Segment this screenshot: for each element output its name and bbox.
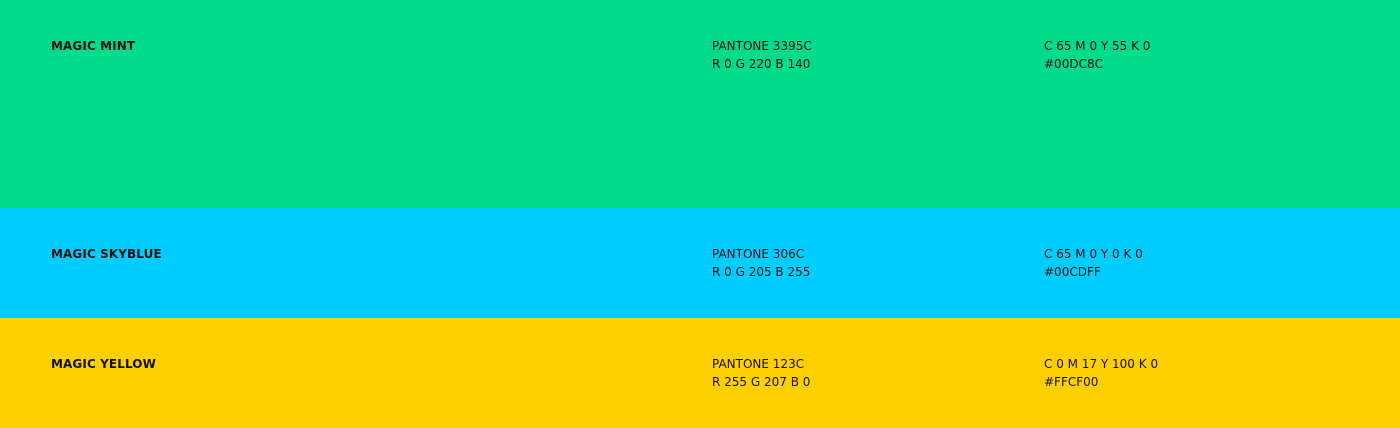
rgb-value: R 255 G 207 B 0 bbox=[712, 375, 811, 389]
cmyk-hex-values: C 0 M 17 Y 100 K 0 #FFCF00 bbox=[1044, 355, 1158, 391]
swatch-magic-skyblue: MAGIC SKYBLUE PANTONE 306C R 0 G 205 B 2… bbox=[0, 208, 1400, 318]
pantone-rgb-values: PANTONE 3395C R 0 G 220 B 140 bbox=[712, 37, 812, 73]
rgb-value: R 0 G 220 B 140 bbox=[712, 57, 811, 71]
hex-value: #00CDFF bbox=[1044, 265, 1101, 279]
pantone-code: PANTONE 123C bbox=[712, 357, 805, 371]
hex-value: #00DC8C bbox=[1044, 57, 1103, 71]
hex-value: #FFCF00 bbox=[1044, 375, 1099, 389]
pantone-rgb-values: PANTONE 123C R 255 G 207 B 0 bbox=[712, 355, 810, 391]
cmyk-value: C 65 M 0 Y 0 K 0 bbox=[1044, 247, 1143, 261]
swatch-name: MAGIC MINT bbox=[51, 39, 136, 53]
rgb-value: R 0 G 205 B 255 bbox=[712, 265, 811, 279]
cmyk-hex-values: C 65 M 0 Y 55 K 0 #00DC8C bbox=[1044, 37, 1150, 73]
cmyk-value: C 0 M 17 Y 100 K 0 bbox=[1044, 357, 1159, 371]
pantone-code: PANTONE 3395C bbox=[712, 39, 812, 53]
pantone-code: PANTONE 306C bbox=[712, 247, 805, 261]
swatch-magic-mint: MAGIC MINT PANTONE 3395C R 0 G 220 B 140… bbox=[0, 0, 1400, 208]
pantone-rgb-values: PANTONE 306C R 0 G 205 B 255 bbox=[712, 245, 810, 281]
swatch-magic-yellow: MAGIC YELLOW PANTONE 123C R 255 G 207 B … bbox=[0, 318, 1400, 428]
cmyk-hex-values: C 65 M 0 Y 0 K 0 #00CDFF bbox=[1044, 245, 1143, 281]
cmyk-value: C 65 M 0 Y 55 K 0 bbox=[1044, 39, 1151, 53]
color-palette: MAGIC MINT PANTONE 3395C R 0 G 220 B 140… bbox=[0, 0, 1400, 428]
swatch-name: MAGIC YELLOW bbox=[51, 357, 156, 371]
swatch-name: MAGIC SKYBLUE bbox=[51, 247, 162, 261]
